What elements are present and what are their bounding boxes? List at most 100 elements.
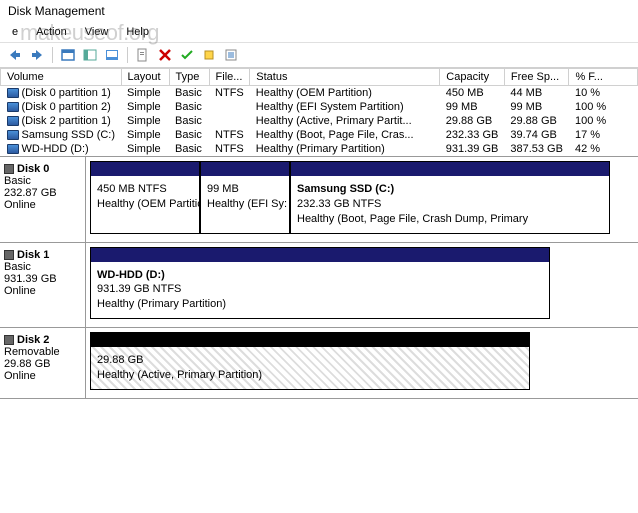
partition-title: WD-HDD (D:) [97, 268, 543, 283]
properties-icon[interactable] [134, 46, 152, 64]
volume-capacity: 232.33 GB [440, 128, 505, 142]
partition-title: Samsung SSD (C:) [297, 182, 603, 197]
col-type[interactable]: Type [169, 69, 209, 86]
col-status[interactable]: Status [250, 69, 440, 86]
partition-body: 99 MBHealthy (EFI Sy: [201, 176, 289, 233]
list-icon[interactable] [222, 46, 240, 64]
disk-type: Removable [4, 346, 81, 358]
volume-status: Healthy (Active, Primary Partit... [250, 114, 440, 128]
volume-pct: 17 % [569, 128, 638, 142]
volume-name: (Disk 0 partition 1) [22, 87, 111, 99]
refresh-icon[interactable] [200, 46, 218, 64]
volume-free: 387.53 GB [504, 142, 569, 156]
disk-label-block[interactable]: Disk 1 Basic 931.39 GB Online [0, 243, 86, 328]
volume-pct: 42 % [569, 142, 638, 156]
back-icon[interactable] [6, 46, 24, 64]
toolbar-separator [52, 47, 53, 63]
partition-header-stripe [91, 162, 199, 176]
disk-label-block[interactable]: Disk 2 Removable 29.88 GB Online [0, 328, 86, 398]
window-icon[interactable] [59, 46, 77, 64]
disk-size: 232.87 GB [4, 187, 81, 199]
table-row[interactable]: (Disk 2 partition 1)SimpleBasicHealthy (… [1, 114, 638, 128]
console-icon[interactable] [103, 46, 121, 64]
partition-body: 29.88 GBHealthy (Active, Primary Partiti… [91, 347, 529, 389]
volume-layout: Simple [121, 142, 169, 156]
delete-icon[interactable] [156, 46, 174, 64]
disk-type: Basic [4, 261, 81, 273]
volume-free: 99 MB [504, 100, 569, 114]
volume-capacity: 99 MB [440, 100, 505, 114]
disk-size: 931.39 GB [4, 273, 81, 285]
panel-icon[interactable] [81, 46, 99, 64]
volume-pct: 10 % [569, 86, 638, 101]
disk-name: Disk 2 [17, 334, 49, 346]
partition-area: WD-HDD (D:)931.39 GB NTFSHealthy (Primar… [86, 243, 638, 328]
volume-type: Basic [169, 142, 209, 156]
partition-body: 450 MB NTFSHealthy (OEM Partitic [91, 176, 199, 233]
col-filesys[interactable]: File... [209, 69, 250, 86]
volume-icon [7, 130, 19, 140]
menu-help[interactable]: Help [118, 24, 157, 40]
check-icon[interactable] [178, 46, 196, 64]
col-freespace[interactable]: Free Sp... [504, 69, 569, 86]
volume-layout: Simple [121, 86, 169, 101]
disk-icon [4, 164, 14, 174]
col-capacity[interactable]: Capacity [440, 69, 505, 86]
col-pctfree[interactable]: % F... [569, 69, 638, 86]
disk-row: Disk 2 Removable 29.88 GB Online29.88 GB… [0, 328, 638, 399]
partition-size: 232.33 GB NTFS [297, 197, 603, 212]
disk-status: Online [4, 370, 81, 382]
disk-status: Online [4, 285, 81, 297]
disk-label-block[interactable]: Disk 0 Basic 232.87 GB Online [0, 157, 86, 242]
partition-status: Healthy (Boot, Page File, Crash Dump, Pr… [297, 212, 603, 227]
volume-free: 39.74 GB [504, 128, 569, 142]
volume-type: Basic [169, 114, 209, 128]
partition-size: 931.39 GB NTFS [97, 282, 543, 297]
disk-row: Disk 1 Basic 931.39 GB OnlineWD-HDD (D:)… [0, 243, 638, 329]
volume-type: Basic [169, 100, 209, 114]
volume-layout: Simple [121, 114, 169, 128]
menu-action[interactable]: Action [28, 24, 75, 40]
partition-block[interactable]: WD-HDD (D:)931.39 GB NTFSHealthy (Primar… [90, 247, 550, 320]
volume-layout: Simple [121, 100, 169, 114]
table-row[interactable]: (Disk 0 partition 1)SimpleBasicNTFSHealt… [1, 86, 638, 101]
disk-name: Disk 1 [17, 249, 49, 261]
partition-size: 29.88 GB [97, 353, 523, 368]
volume-list[interactable]: Volume Layout Type File... Status Capaci… [0, 68, 638, 156]
menu-bar: e Action View Help [0, 22, 638, 43]
volume-icon [7, 102, 19, 112]
volume-capacity: 29.88 GB [440, 114, 505, 128]
col-layout[interactable]: Layout [121, 69, 169, 86]
partition-block[interactable]: 99 MBHealthy (EFI Sy: [200, 161, 290, 234]
disk-name: Disk 0 [17, 163, 49, 175]
partition-block[interactable]: 29.88 GBHealthy (Active, Primary Partiti… [90, 332, 530, 390]
partition-block[interactable]: 450 MB NTFSHealthy (OEM Partitic [90, 161, 200, 234]
disk-graphical-view: Disk 0 Basic 232.87 GB Online450 MB NTFS… [0, 156, 638, 399]
volume-name: WD-HDD (D:) [22, 143, 89, 155]
volume-icon [7, 116, 19, 126]
table-row[interactable]: WD-HDD (D:) SimpleBasicNTFSHealthy (Prima… [1, 142, 638, 156]
disk-status: Online [4, 199, 81, 211]
menu-file[interactable]: e [4, 24, 26, 40]
volume-fs: NTFS [209, 142, 250, 156]
volume-type: Basic [169, 86, 209, 101]
col-volume[interactable]: Volume [1, 69, 122, 86]
partition-area: 450 MB NTFSHealthy (OEM Partitic99 MBHea… [86, 157, 638, 242]
volume-fs [209, 114, 250, 128]
toolbar-separator [127, 47, 128, 63]
disk-icon [4, 335, 14, 345]
volume-status: Healthy (Primary Partition) [250, 142, 440, 156]
partition-header-stripe [91, 248, 549, 262]
table-row[interactable]: Samsung SSD (C:)SimpleBasicNTFSHealthy (… [1, 128, 638, 142]
partition-status: Healthy (OEM Partitic [97, 197, 193, 212]
menu-view[interactable]: View [77, 24, 117, 40]
partition-size: 450 MB NTFS [97, 182, 193, 197]
disk-size: 29.88 GB [4, 358, 81, 370]
partition-status: Healthy (Primary Partition) [97, 297, 543, 312]
volume-icon [7, 144, 19, 154]
table-row[interactable]: (Disk 0 partition 2)SimpleBasicHealthy (… [1, 100, 638, 114]
volume-type: Basic [169, 128, 209, 142]
partition-header-stripe [91, 333, 529, 347]
partition-block[interactable]: Samsung SSD (C:)232.33 GB NTFSHealthy (B… [290, 161, 610, 234]
forward-icon[interactable] [28, 46, 46, 64]
